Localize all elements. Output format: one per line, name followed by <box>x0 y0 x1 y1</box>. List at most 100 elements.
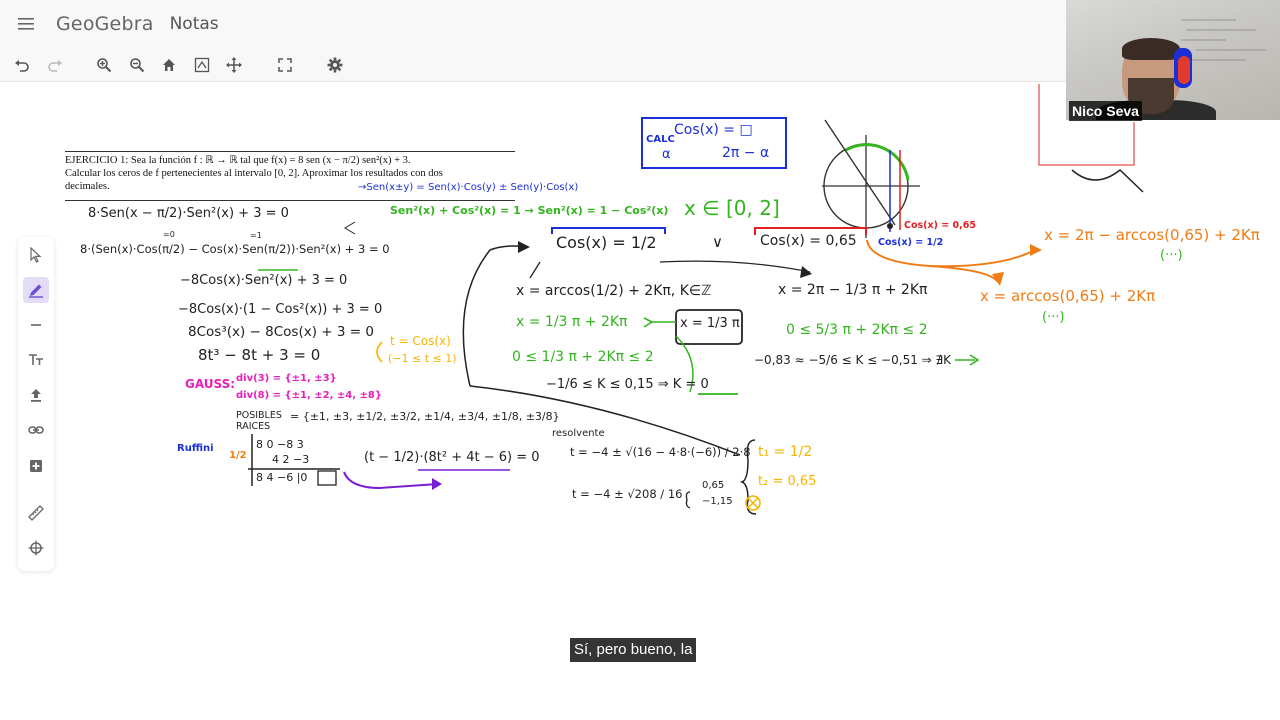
calc-box-alpha: α <box>662 147 671 162</box>
eq-4: −8Cos(x)·(1 − Cos²(x)) + 3 = 0 <box>178 302 383 317</box>
move-view-button[interactable] <box>224 56 244 74</box>
zoom-in-icon <box>97 58 112 73</box>
hamburger-icon <box>18 18 34 30</box>
substitution-range: (−1 ≤ t ≤ 1) <box>388 352 457 365</box>
move-view-icon <box>226 57 242 73</box>
gauss-label: GAUSS: <box>185 377 236 391</box>
add-icon <box>30 460 42 472</box>
cos-half-small: Cos(x) = 1/2 <box>878 237 944 248</box>
x-2pi-third: x = 2π − 1/3 π + 2Kπ <box>778 282 928 298</box>
resolvente-root-top: 0,65 <box>702 480 725 491</box>
inequality-3: 0 ≤ 5/3 π + 2Kπ ≤ 2 <box>786 322 928 338</box>
or-symbol: ∨ <box>712 233 723 251</box>
zoom-in-button[interactable] <box>94 56 114 74</box>
fullscreen-icon <box>278 58 292 72</box>
possible-roots-label: POSIBLES RAICES <box>236 410 282 432</box>
settings-button[interactable] <box>325 56 345 74</box>
eq-2-annot-one: =1 <box>250 231 262 240</box>
pen-tool-button[interactable] <box>23 277 49 303</box>
exercise-line-2: Calcular los ceros de f pertenecientes a… <box>65 168 443 179</box>
calc-box-line1: Cos(x) = □ <box>674 122 753 138</box>
redo-button[interactable] <box>45 56 65 74</box>
target-tool-button[interactable] <box>26 538 46 558</box>
eq-5: 8Cos³(x) − 8Cos(x) + 3 = 0 <box>188 324 374 340</box>
domain-note: x ∈ [0, 2] <box>684 196 780 220</box>
resolvente-root-bottom: −1,15 <box>702 496 733 507</box>
eq-3: −8Cos(x)·Sen²(x) + 3 = 0 <box>180 273 348 288</box>
eq-2: 8·(Sen(x)·Cos(π/2) − Cos(x)·Sen(π/2))·Se… <box>80 242 390 256</box>
resolvente-label: resolvente <box>552 428 605 439</box>
tool-palette <box>18 237 54 571</box>
redo-icon <box>48 60 62 72</box>
menu-button[interactable] <box>0 0 52 48</box>
home-icon <box>163 59 175 71</box>
standard-view-button[interactable] <box>192 56 212 74</box>
home-button[interactable] <box>159 56 179 74</box>
x-arccos-065: x = arccos(0,65) + 2Kπ <box>980 287 1156 305</box>
note-identity: →Sen(x±y) = Sen(x)·Cos(y) ± Sen(y)·Cos(x… <box>358 182 579 193</box>
ruffini-row-3: 8 4 −6 |0 <box>256 471 308 484</box>
inequality-4: −0,83 ≈ −5/6 ≤ K ≤ −0,51 ⇒ ∄K <box>754 353 951 367</box>
ruler-icon <box>28 505 44 521</box>
gauss-div8: div(8) = {±1, ±2, ±4, ±8} <box>236 390 382 401</box>
undo-icon <box>15 60 29 72</box>
link-icon <box>28 426 44 434</box>
cos-065-small: Cos(x) = 0,65 <box>904 220 976 231</box>
geogebra-logo[interactable]: GeoGebra <box>56 13 154 35</box>
target-icon <box>28 540 44 556</box>
possible-roots: = {±1, ±3, ±1/2, ±3/2, ±1/4, ±3/4, ±1/8,… <box>290 410 560 423</box>
text-icon <box>29 354 43 365</box>
eq-1: 8·Sen(x − π/2)·Sen²(x) + 3 = 0 <box>88 206 289 221</box>
inequality-1: 0 ≤ 1/3 π + 2Kπ ≤ 2 <box>512 349 654 365</box>
calc-box-line2: 2π − α <box>722 145 770 161</box>
add-tool-button[interactable] <box>26 456 46 476</box>
x-third-pi-boxed: x = 1/3 π <box>680 316 740 331</box>
note-pythag: Sen²(x) + Cos²(x) = 1 → Sen²(x) = 1 − Co… <box>390 204 669 217</box>
ruffini-row-1: 8 0 −8 3 <box>256 438 304 451</box>
pointer-icon <box>30 247 42 263</box>
app-header: GeoGebra Notas <box>0 0 1068 48</box>
undo-button[interactable] <box>12 56 32 74</box>
standard-view-icon <box>194 57 210 73</box>
toolbar <box>0 48 1068 82</box>
eq-6: 8t³ − 8t + 3 = 0 <box>198 346 321 364</box>
x-third-pi: x = 1/3 π + 2Kπ <box>516 314 628 330</box>
exercise-line-1: EJERCICIO 1: Sea la función f : ℝ → ℝ ta… <box>65 155 411 166</box>
ruffini-row-2: 4 2 −3 <box>272 453 310 466</box>
cos-065: Cos(x) = 0,65 <box>760 233 857 249</box>
zoom-out-button[interactable] <box>127 56 147 74</box>
t2-result: t₂ = 0,65 <box>758 474 817 489</box>
t1-result: t₁ = 1/2 <box>758 444 813 460</box>
x-2pi-arccos: x = 2π − arccos(0,65) + 2Kπ <box>1044 226 1260 244</box>
x-arccos-half: x = arccos(1/2) + 2Kπ, K∈ℤ <box>516 283 712 299</box>
calc-box-label: CALC <box>646 134 675 145</box>
video-caption: Sí, pero bueno, la <box>570 638 697 662</box>
headphone-accent <box>1178 56 1190 84</box>
cos-half: Cos(x) = 1/2 <box>556 233 657 252</box>
upload-icon <box>31 389 41 402</box>
select-tool-button[interactable] <box>26 245 46 265</box>
resolvente-1: t = −4 ± √(16 − 4·8·(−6)) / 2·8 <box>570 445 751 459</box>
substitution: t = Cos(x) <box>390 334 451 348</box>
pen-icon <box>29 284 43 298</box>
gear-icon <box>327 57 343 73</box>
gauss-div3: div(3) = {±1, ±3} <box>236 373 337 384</box>
line-icon <box>31 324 41 326</box>
zoom-out-icon <box>130 58 145 73</box>
ruffini-half: 1/2 <box>229 450 247 461</box>
resolvente-2: t = −4 ± √208 / 16 <box>572 487 683 501</box>
ruffini-label: Ruffini <box>177 443 214 454</box>
dots-2: (···) <box>1042 310 1065 325</box>
dots-1: (···) <box>1160 248 1183 263</box>
line-tool-button[interactable] <box>26 315 46 335</box>
text-tool-button[interactable] <box>26 350 46 370</box>
upload-tool-button[interactable] <box>26 385 46 405</box>
fullscreen-button[interactable] <box>275 56 295 74</box>
ruler-tool-button[interactable] <box>26 503 46 523</box>
person-hair <box>1122 38 1180 60</box>
app-title: Notas <box>169 14 219 34</box>
link-tool-button[interactable] <box>26 420 46 440</box>
exercise-divider <box>65 200 515 201</box>
factored-equation: (t − 1/2)·(8t² + 4t − 6) = 0 <box>364 450 540 465</box>
inequality-2: −1/6 ≤ K ≤ 0,15 ⇒ K = 0 <box>546 377 709 392</box>
